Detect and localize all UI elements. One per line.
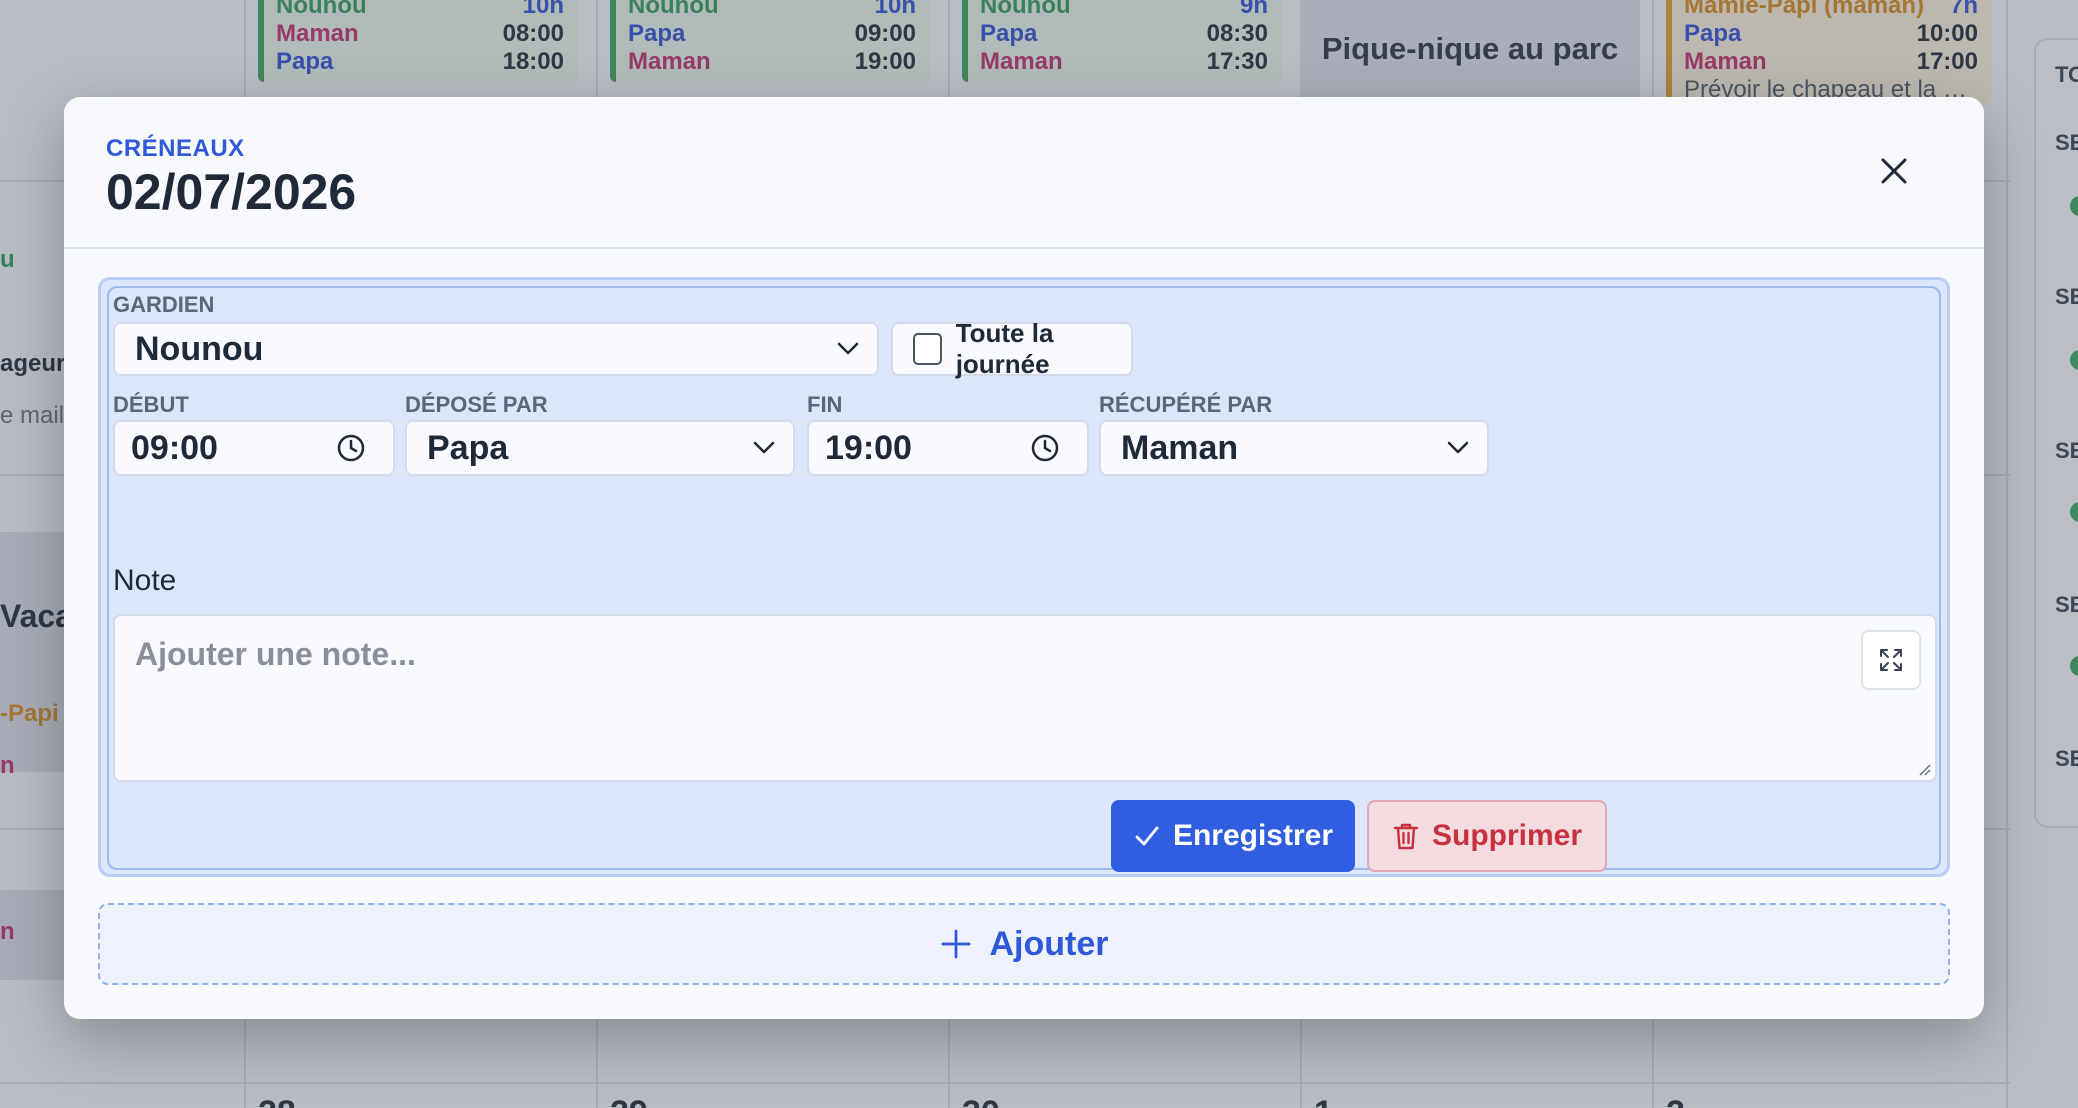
end-label: FIN xyxy=(807,392,843,417)
modal-header: CRÉNEAUX 02/07/2026 xyxy=(64,97,1984,249)
chevron-down-icon xyxy=(1447,441,1469,454)
guardian-select[interactable]: Nounou xyxy=(113,322,879,376)
slot-form: GARDIEN Nounou Toute la journée DÉBUT 09… xyxy=(107,286,1941,872)
modal-eyebrow: CRÉNEAUX xyxy=(106,135,245,162)
plus-icon xyxy=(941,929,970,959)
picked-by-value: Maman xyxy=(1121,428,1239,467)
checkbox[interactable] xyxy=(913,333,942,365)
dropped-by-value: Papa xyxy=(427,428,509,467)
delete-button-label: Supprimer xyxy=(1431,819,1583,852)
start-time-value: 09:00 xyxy=(131,428,218,467)
all-day-checkbox[interactable]: Toute la journée xyxy=(891,318,1133,379)
add-slot-label: Ajouter xyxy=(989,924,1109,963)
close-button[interactable] xyxy=(1874,151,1914,191)
check-icon xyxy=(1135,826,1159,846)
end-time-value: 19:00 xyxy=(825,428,912,467)
guardian-label: GARDIEN xyxy=(113,292,215,317)
chevron-down-icon xyxy=(837,342,859,355)
resize-grip-icon[interactable] xyxy=(1917,762,1931,776)
modal-title: 02/07/2026 xyxy=(106,164,357,220)
clock-icon[interactable] xyxy=(335,432,367,464)
expand-icon xyxy=(1880,649,1902,671)
save-button-label: Enregistrer xyxy=(1172,819,1334,852)
dropped-by-select[interactable]: Papa xyxy=(405,420,795,476)
save-button[interactable]: Enregistrer xyxy=(1111,800,1355,872)
start-label: DÉBUT xyxy=(113,392,189,417)
note-textarea[interactable]: Ajouter une note... xyxy=(113,614,1937,782)
note-label: Note xyxy=(113,564,177,597)
dropped-by-label: DÉPOSÉ PAR xyxy=(405,392,548,417)
end-time-input[interactable]: 19:00 xyxy=(807,420,1089,476)
guardian-value: Nounou xyxy=(135,329,264,368)
start-time-input[interactable]: 09:00 xyxy=(113,420,395,476)
close-icon xyxy=(1881,158,1907,184)
all-day-label: Toute la journée xyxy=(955,318,1054,379)
delete-button[interactable]: Supprimer xyxy=(1367,800,1607,872)
chevron-down-icon xyxy=(753,441,775,454)
add-slot-button[interactable]: Ajouter xyxy=(98,903,1950,985)
trash-icon xyxy=(1393,823,1419,850)
note-placeholder: Ajouter une note... xyxy=(135,636,416,672)
picked-by-select[interactable]: Maman xyxy=(1099,420,1489,476)
expand-note-button[interactable] xyxy=(1861,630,1921,690)
picked-by-label: RÉCUPÉRÉ PAR xyxy=(1099,392,1273,417)
slot-card: GARDIEN Nounou Toute la journée DÉBUT 09… xyxy=(98,277,1950,877)
slots-modal: CRÉNEAUX 02/07/2026 GARDIEN Nounou Toute… xyxy=(64,97,1984,1019)
clock-icon[interactable] xyxy=(1029,432,1061,464)
